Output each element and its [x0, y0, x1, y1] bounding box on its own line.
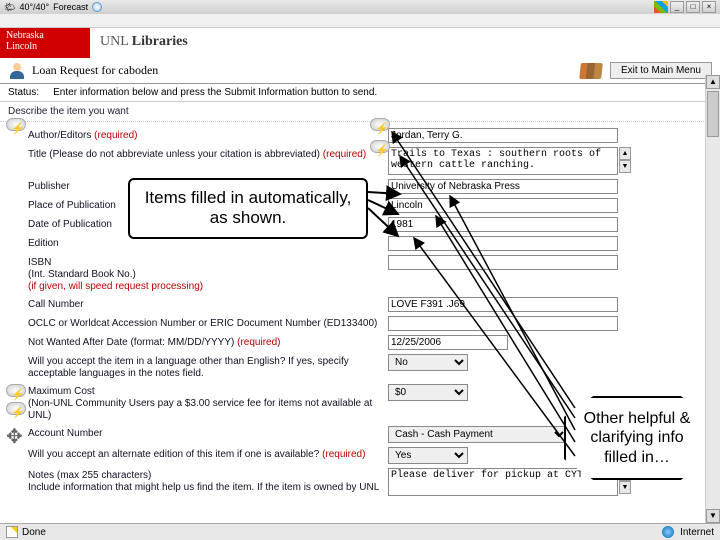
describe-heading: Describe the item you want — [0, 102, 720, 122]
title-input[interactable]: Trails to Texas : southern roots of west… — [388, 147, 618, 175]
maxcost-sub: (Non-UNL Community Users pay a $3.00 ser… — [28, 398, 388, 422]
status-row: Status: Enter information below and pres… — [0, 84, 720, 102]
acct-label: Account Number — [28, 426, 388, 440]
move-cross-icon — [6, 424, 28, 446]
callout-other-info: Other helpful & clarifying info filled i… — [564, 396, 710, 480]
close-button[interactable]: × — [702, 1, 716, 13]
title-required: (required) — [323, 149, 366, 160]
browser-toolbar — [0, 14, 720, 28]
isbn-label: ISBN — [28, 257, 51, 268]
acct-select[interactable]: Cash - Cash Payment — [388, 426, 568, 443]
notwanted-label: Not Wanted After Date (format: MM/DD/YYY… — [28, 337, 234, 348]
place-input[interactable] — [388, 198, 618, 213]
isbn-hint: (if given, will speed request processing… — [28, 281, 388, 293]
status-text: Enter information below and press the Su… — [53, 87, 377, 98]
status-internet: Internet — [680, 527, 714, 538]
altedition-label: Will you accept an alternate edition of … — [28, 449, 319, 460]
author-input[interactable] — [388, 128, 618, 143]
scroll-down-button[interactable]: ▼ — [706, 509, 720, 523]
libraries-heading: UNL Libraries — [90, 28, 198, 58]
forecast-icon — [92, 2, 102, 12]
notwanted-required: (required) — [237, 337, 280, 348]
notes-scroll-down[interactable]: ▼ — [619, 481, 631, 494]
oclc-input[interactable] — [388, 316, 618, 331]
lang-select[interactable]: No — [388, 354, 468, 371]
bolt-icon — [6, 118, 28, 136]
title-scroll-up[interactable]: ▲ — [619, 147, 631, 160]
globe-icon — [662, 526, 674, 538]
minimize-button[interactable]: _ — [670, 1, 684, 13]
bolt-icon — [6, 402, 28, 420]
edition-input[interactable] — [388, 236, 618, 251]
status-label: Status: — [8, 87, 39, 98]
oclc-label: OCLC or Worldcat Accession Number or ERI… — [28, 316, 388, 330]
vertical-scrollbar[interactable]: ▲ ▼ — [705, 75, 720, 523]
bolt-icon — [370, 140, 392, 158]
bolt-icon — [6, 384, 28, 402]
date-input[interactable] — [388, 217, 618, 232]
notes-label: Notes (max 255 characters) — [28, 470, 151, 481]
window-titlebar: 🌤 40°/40° Forecast _ □ × — [0, 0, 720, 14]
status-done: Done — [22, 527, 46, 538]
altedition-required: (required) — [322, 449, 365, 460]
lang-label: Will you accept the item in a language o… — [28, 354, 388, 380]
title-scroll-down[interactable]: ▼ — [619, 160, 631, 173]
nebraska-logo: Nebraska Lincoln — [0, 28, 90, 58]
scroll-thumb[interactable] — [707, 91, 719, 137]
libraries-label: Libraries — [132, 34, 188, 49]
titlebar-temp: 40°/40° — [19, 2, 49, 12]
notes-sub: Include information that might help us f… — [28, 482, 388, 494]
site-header: Nebraska Lincoln UNL Libraries — [0, 28, 720, 58]
unl-prefix: UNL — [100, 34, 128, 49]
author-label: Author/Editors — [28, 130, 91, 141]
weather-icon: 🌤 — [4, 2, 15, 13]
forecast-label[interactable]: Forecast — [53, 2, 88, 12]
title-label: Title (Please do not abbreviate unless y… — [28, 149, 320, 160]
maxcost-select[interactable]: $0 — [388, 384, 468, 401]
altedition-select[interactable]: Yes — [388, 447, 468, 464]
browser-statusbar: Done Internet — [0, 523, 720, 540]
notwanted-input[interactable] — [388, 335, 508, 350]
page-icon — [6, 526, 18, 538]
scroll-up-button[interactable]: ▲ — [706, 75, 720, 89]
logo-line1: Nebraska — [6, 30, 84, 41]
author-required: (required) — [94, 130, 137, 141]
maxcost-label: Maximum Cost — [28, 386, 95, 397]
windows-logo-icon — [654, 1, 668, 13]
isbn-sub: (Int. Standard Book No.) — [28, 269, 388, 281]
loan-title: Loan Request for caboden — [32, 63, 158, 78]
callno-label: Call Number — [28, 297, 388, 311]
publisher-input[interactable] — [388, 179, 618, 194]
exit-main-menu-button[interactable]: Exit to Main Menu — [610, 62, 712, 79]
callno-input[interactable] — [388, 297, 618, 312]
maximize-button[interactable]: □ — [686, 1, 700, 13]
bolt-icon — [370, 118, 392, 136]
isbn-input[interactable] — [388, 255, 618, 270]
loan-header: Loan Request for caboden Exit to Main Me… — [0, 58, 720, 84]
books-icon — [579, 63, 603, 79]
logo-line2: Lincoln — [6, 41, 84, 52]
callout-auto-filled: Items filled in automatically, as shown. — [128, 178, 368, 239]
person-icon — [8, 63, 26, 79]
